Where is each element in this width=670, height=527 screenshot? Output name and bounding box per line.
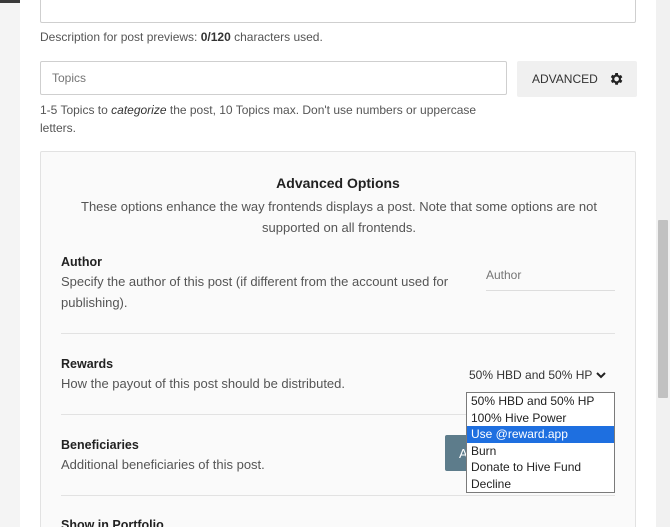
divider (61, 495, 615, 496)
rewards-select[interactable]: 50% HBD and 50% HP (469, 365, 615, 385)
advanced-button[interactable]: ADVANCED (517, 61, 637, 97)
rewards-selected-value: 50% HBD and 50% HP (469, 368, 593, 382)
rewards-option[interactable]: Burn (467, 443, 614, 460)
topics-note: 1-5 Topics to categorize the post, 10 To… (40, 103, 477, 135)
gear-icon (610, 73, 623, 85)
description-count: 0/120 (200, 30, 231, 44)
author-label: Author (61, 255, 102, 269)
description-input[interactable] (40, 0, 636, 23)
beneficiaries-description: Additional beneficiaries of this post. (61, 457, 265, 472)
rewards-dropdown-list[interactable]: 50% HBD and 50% HP 100% Hive Power Use @… (466, 392, 615, 493)
beneficiaries-label: Beneficiaries (61, 438, 139, 452)
panel-title: Advanced Options (276, 175, 400, 191)
portfolio-label: Show in Portfolio (61, 518, 164, 527)
advanced-button-label: ADVANCED (532, 72, 598, 86)
rewards-option-highlighted[interactable]: Use @reward.app (467, 426, 614, 443)
description-note: Description for post previews: 0/120 cha… (40, 30, 323, 44)
panel-subtitle: These options enhance the way frontends … (81, 199, 597, 235)
divider (61, 333, 615, 334)
author-description: Specify the author of this post (if diff… (61, 274, 449, 310)
rewards-option[interactable]: Donate to Hive Fund (467, 459, 614, 476)
rewards-option[interactable]: Decline (467, 476, 614, 493)
rewards-option[interactable]: 100% Hive Power (467, 410, 614, 427)
chevron-down-icon (596, 372, 607, 379)
topics-input[interactable] (40, 61, 507, 95)
rewards-label: Rewards (61, 357, 114, 371)
rewards-description: How the payout of this post should be di… (61, 376, 346, 391)
author-input[interactable] (486, 259, 615, 291)
scrollbar-thumb[interactable] (658, 220, 668, 398)
rewards-option[interactable]: 50% HBD and 50% HP (467, 393, 614, 410)
